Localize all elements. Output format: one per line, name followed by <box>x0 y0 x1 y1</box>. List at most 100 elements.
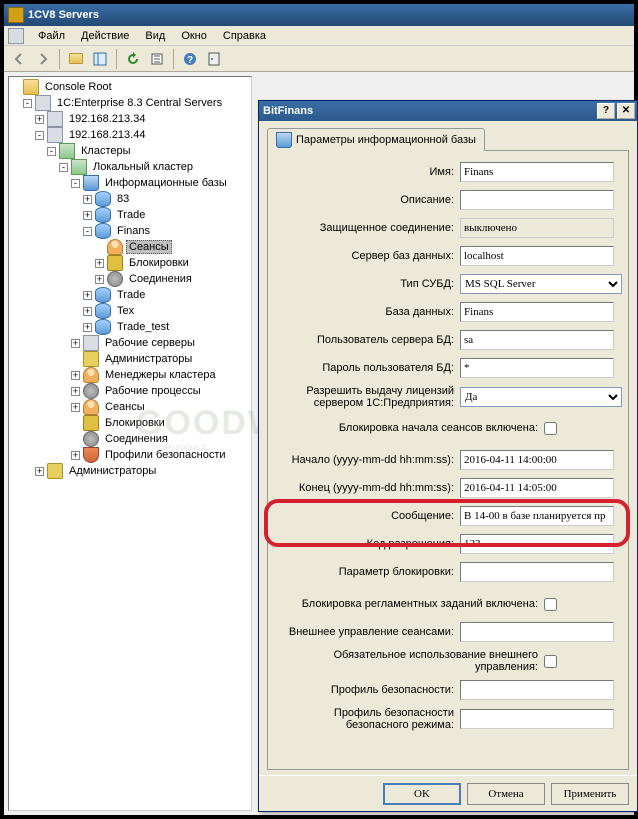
lbl-message: Сообщение: <box>274 510 460 522</box>
up-level-button[interactable] <box>65 48 87 70</box>
input-secprofile[interactable] <box>460 680 614 700</box>
apply-button[interactable]: Применить <box>551 783 629 805</box>
tree-db-tradetest[interactable]: Trade_test <box>114 320 172 334</box>
menu-window[interactable]: Окно <box>173 28 215 44</box>
tree-blocks2[interactable]: Блокировки <box>102 416 168 430</box>
tree-secprofiles[interactable]: Профили безопасности <box>102 448 229 462</box>
lbl-dbtype: Тип СУБД: <box>274 278 460 290</box>
titlebar: 1CV8 Servers <box>4 4 634 26</box>
dialog-titlebar: BitFinans ? ✕ <box>259 101 637 121</box>
tree-enterprise[interactable]: 1C:Enterprise 8.3 Central Servers <box>54 96 225 110</box>
input-extmgmt[interactable] <box>460 622 614 642</box>
checkbox-reqextmgmt[interactable] <box>544 655 557 668</box>
menu-view[interactable]: Вид <box>137 28 173 44</box>
export-button[interactable] <box>146 48 168 70</box>
lbl-name: Имя: <box>274 166 460 178</box>
db-icon <box>95 191 111 207</box>
tree-local-cluster[interactable]: Локальный кластер <box>90 160 196 174</box>
input-end[interactable] <box>460 478 614 498</box>
menu-help[interactable]: Справка <box>215 28 274 44</box>
tree-clusters[interactable]: Кластеры <box>78 144 134 158</box>
connection-icon <box>83 431 99 447</box>
input-safemode[interactable] <box>460 709 614 729</box>
properties-dialog: BitFinans ? ✕ Параметры информационной б… <box>258 100 638 812</box>
tree-infobases[interactable]: Информационные базы <box>102 176 230 190</box>
input-start[interactable] <box>460 450 614 470</box>
cancel-button[interactable]: Отмена <box>467 783 545 805</box>
menu-action[interactable]: Действие <box>73 28 137 44</box>
tab-label: Параметры информационной базы <box>296 134 476 146</box>
user-icon <box>83 399 99 415</box>
tree-workprocs[interactable]: Рабочие процессы <box>102 384 204 398</box>
tree-db-trade[interactable]: Trade <box>114 208 148 222</box>
tree-db-finans[interactable]: Finans <box>114 224 153 238</box>
db-icon <box>95 303 111 319</box>
workserver-icon <box>83 335 99 351</box>
tree-server-1[interactable]: 192.168.213.34 <box>66 112 148 126</box>
select-dbtype[interactable]: MS SQL Server <box>460 274 622 294</box>
gear-icon <box>83 383 99 399</box>
tree-admins[interactable]: Администраторы <box>102 352 195 366</box>
tree-panel: Console Root - 1C:Enterprise 8.3 Central … <box>8 76 252 811</box>
nav-back-button[interactable] <box>8 48 30 70</box>
input-name[interactable] <box>460 162 614 182</box>
key-icon <box>83 351 99 367</box>
input-dbuser[interactable] <box>460 330 614 350</box>
input-dbname[interactable] <box>460 302 614 322</box>
input-dbserver[interactable] <box>460 246 614 266</box>
close-button[interactable]: ✕ <box>617 103 635 119</box>
menu-app-icon <box>8 28 24 44</box>
input-message[interactable] <box>460 506 614 526</box>
dialog-title: BitFinans <box>261 105 595 117</box>
help-button[interactable]: ? <box>597 103 615 119</box>
user-icon <box>107 239 123 255</box>
refresh-button[interactable] <box>122 48 144 70</box>
tree-console-root[interactable]: Console Root <box>42 80 115 94</box>
db-icon <box>95 287 111 303</box>
lbl-license: Разрешить выдачу лицензий сервером 1С:Пр… <box>274 385 460 409</box>
tree-blocks[interactable]: Блокировки <box>126 256 192 270</box>
folder-icon <box>23 79 39 95</box>
lbl-dbname: База данных: <box>274 306 460 318</box>
server-icon <box>47 127 63 143</box>
menu-file[interactable]: Файл <box>30 28 73 44</box>
checkbox-blocksched[interactable] <box>544 598 557 611</box>
lbl-end: Конец (yyyy-mm-dd hh:mm:ss): <box>274 482 460 494</box>
dialog-footer: OK Отмена Применить <box>259 775 637 811</box>
nav-forward-button[interactable] <box>32 48 54 70</box>
lbl-dbuser: Пользователь сервера БД: <box>274 334 460 346</box>
lbl-permitcode: Код разрешения: <box>274 538 460 550</box>
tab-infobase-params[interactable]: Параметры информационной базы <box>267 128 485 151</box>
properties-button[interactable] <box>203 48 225 70</box>
database-icon <box>83 175 99 191</box>
input-permitcode[interactable] <box>460 534 614 554</box>
input-dbpass[interactable] <box>460 358 614 378</box>
select-license[interactable]: Да <box>460 387 622 407</box>
checkbox-blockstart[interactable] <box>544 422 557 435</box>
help-button[interactable]: ? <box>179 48 201 70</box>
show-tree-button[interactable] <box>89 48 111 70</box>
input-blockparam[interactable] <box>460 562 614 582</box>
tree-connections[interactable]: Соединения <box>126 272 195 286</box>
tree-db-83[interactable]: 83 <box>114 192 132 206</box>
tree-db-tex[interactable]: Tex <box>114 304 137 318</box>
expander-icon[interactable]: - <box>23 99 32 108</box>
tree-sessions[interactable]: Сеансы <box>126 240 172 254</box>
user-icon <box>83 367 99 383</box>
tree-server-2[interactable]: 192.168.213.44 <box>66 128 148 142</box>
lbl-dbserver: Сервер баз данных: <box>274 250 460 262</box>
ok-button[interactable]: OK <box>383 783 461 805</box>
input-desc[interactable] <box>460 190 614 210</box>
tree-workservers[interactable]: Рабочие серверы <box>102 336 198 350</box>
lbl-safemode: Профиль безопасности безопасного режима: <box>274 707 460 731</box>
key-icon <box>47 463 63 479</box>
tree-admins2[interactable]: Администраторы <box>66 464 159 478</box>
toolbar: ? <box>4 46 634 72</box>
tree-sessions2[interactable]: Сеансы <box>102 400 148 414</box>
tree-connections2[interactable]: Соединения <box>102 432 171 446</box>
server-icon <box>47 111 63 127</box>
tree-clustermgrs[interactable]: Менеджеры кластера <box>102 368 219 382</box>
tree-db-trade2[interactable]: Trade <box>114 288 148 302</box>
lbl-blockstart: Блокировка начала сеансов включена: <box>274 422 544 434</box>
lbl-extmgmt: Внешнее управление сеансами: <box>274 626 460 638</box>
